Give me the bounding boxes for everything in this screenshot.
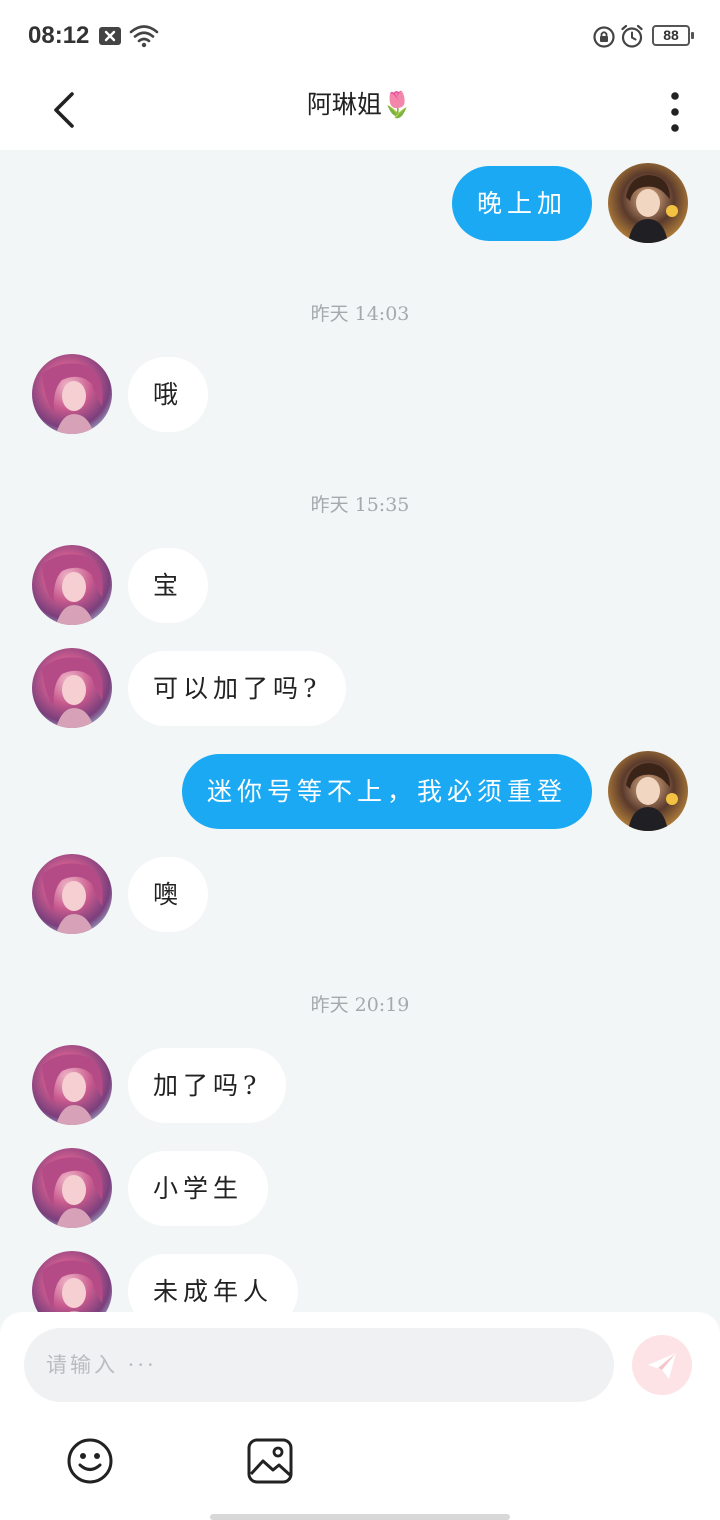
- contact-avatar[interactable]: [32, 648, 112, 728]
- my-avatar[interactable]: [608, 751, 688, 831]
- message-incoming: 哦: [0, 354, 720, 436]
- paper-plane-icon[interactable]: [632, 1335, 692, 1395]
- image-icon[interactable]: [245, 1436, 295, 1486]
- contact-avatar[interactable]: [32, 854, 112, 934]
- contact-avatar[interactable]: [32, 1045, 112, 1125]
- message-bubble[interactable]: 噢: [128, 857, 209, 932]
- composer: 请输入 ···: [0, 1312, 720, 1520]
- contact-avatar[interactable]: [32, 354, 112, 434]
- message-list[interactable]: 晚上加 昨天 14:03 哦 昨天 15:35 宝 可以加了吗? 迷你号等不上，…: [0, 150, 720, 1312]
- contact-avatar[interactable]: [32, 545, 112, 625]
- battery-icon: 88: [652, 25, 694, 46]
- chat-header: 阿琳姐🌷: [0, 70, 720, 150]
- message-bubble[interactable]: 哦: [128, 357, 209, 432]
- smiley-icon[interactable]: [65, 1436, 115, 1486]
- message-incoming: 小学生: [0, 1148, 720, 1230]
- status-time: 08:12: [28, 22, 90, 49]
- contact-avatar[interactable]: [32, 1251, 112, 1312]
- chat-title: 阿琳姐🌷: [306, 90, 414, 119]
- message-bubble[interactable]: 晚上加: [451, 166, 592, 241]
- timestamp: 昨天 14:03: [310, 303, 410, 325]
- message-bubble[interactable]: 可以加了吗?: [128, 651, 347, 726]
- status-bar: 08:12 88: [0, 0, 720, 70]
- timestamp: 昨天 20:19: [310, 994, 410, 1016]
- message-incoming: 加了吗?: [0, 1045, 720, 1127]
- timestamp: 昨天 15:35: [310, 494, 410, 516]
- message-incoming: 可以加了吗?: [0, 648, 720, 730]
- message-incoming: 宝: [0, 545, 720, 627]
- my-avatar[interactable]: [608, 163, 688, 243]
- message-input[interactable]: 请输入 ···: [24, 1328, 614, 1402]
- message-bubble[interactable]: 未成年人: [128, 1254, 299, 1312]
- wifi-icon: [129, 25, 159, 48]
- message-bubble[interactable]: 加了吗?: [128, 1048, 287, 1123]
- message-bubble[interactable]: 小学生: [128, 1151, 269, 1226]
- message-bubble[interactable]: 迷你号等不上，我必须重登: [181, 754, 592, 829]
- message-outgoing: 迷你号等不上，我必须重登: [0, 751, 720, 833]
- message-incoming: 噢: [0, 854, 720, 936]
- rotation-lock-icon: [593, 26, 615, 48]
- home-indicator[interactable]: [210, 1514, 510, 1520]
- contact-avatar[interactable]: [32, 1148, 112, 1228]
- alarm-icon: [621, 24, 643, 48]
- message-incoming: 未成年人: [0, 1251, 720, 1312]
- close-box-icon: [99, 27, 121, 45]
- message-outgoing: 晚上加: [0, 163, 720, 245]
- message-bubble[interactable]: 宝: [128, 548, 209, 623]
- more-vertical-icon[interactable]: [660, 82, 690, 138]
